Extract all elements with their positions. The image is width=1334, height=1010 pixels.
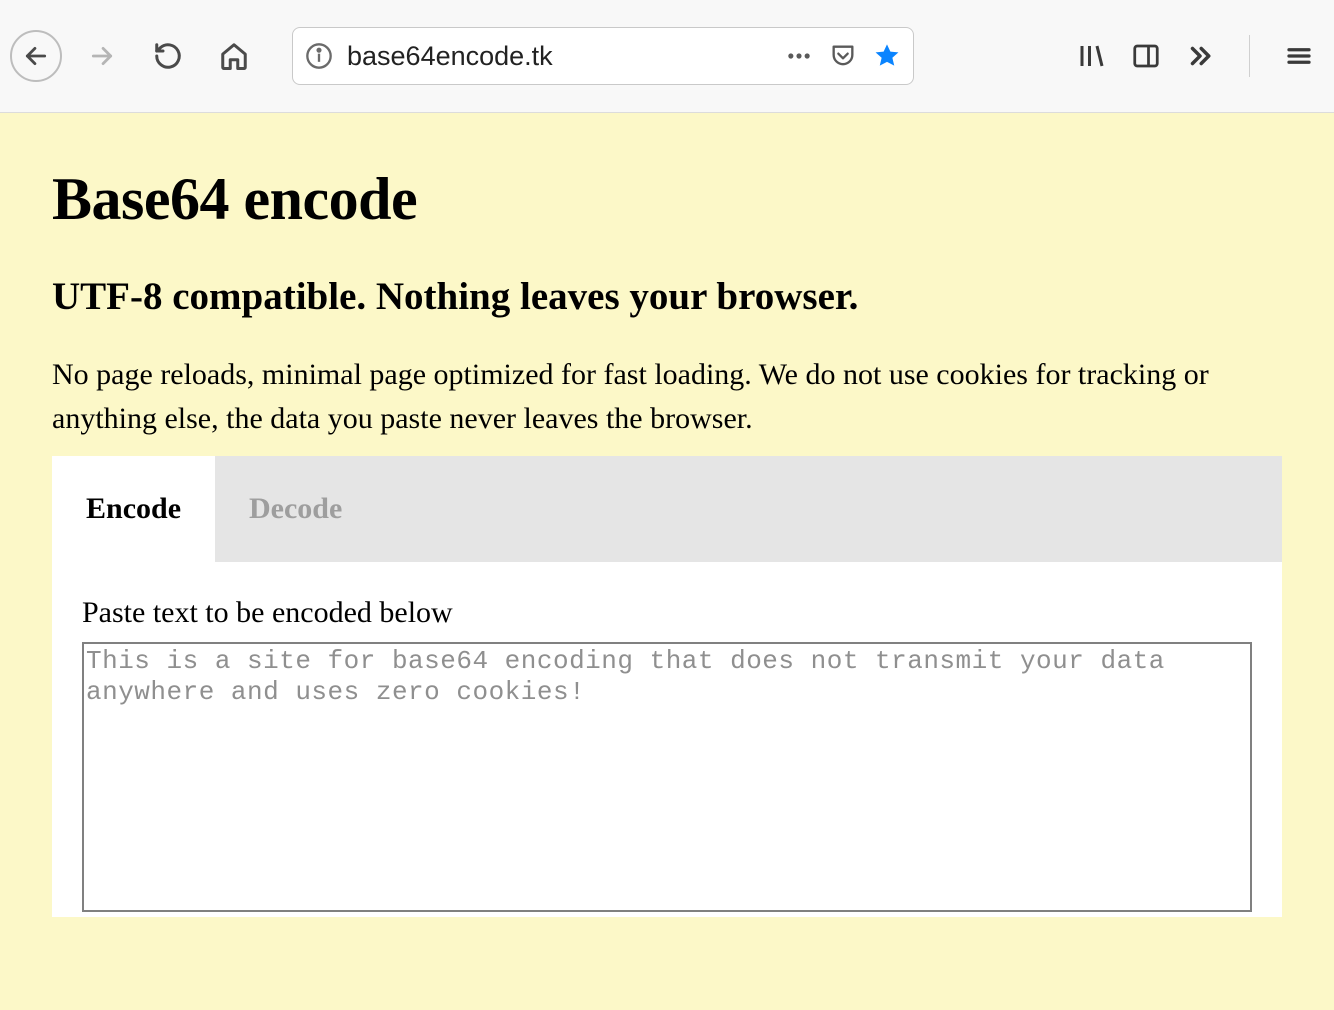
page-content: Base64 encode UTF-8 compatible. Nothing … <box>0 113 1334 1010</box>
page-description: No page reloads, minimal page optimized … <box>52 353 1282 440</box>
toolbar-right <box>1077 35 1314 77</box>
home-icon <box>219 41 249 71</box>
address-bar-actions <box>785 42 901 70</box>
reload-icon <box>153 41 183 71</box>
more-icon[interactable] <box>785 42 813 70</box>
page-subtitle: UTF-8 compatible. Nothing leaves your br… <box>52 274 1282 319</box>
tabs: Encode Decode <box>52 456 1282 562</box>
forward-button[interactable] <box>76 30 128 82</box>
page-title: Base64 encode <box>52 165 1282 234</box>
sidebar-icon[interactable] <box>1131 41 1161 71</box>
library-icon[interactable] <box>1077 41 1107 71</box>
back-button[interactable] <box>10 30 62 82</box>
pocket-icon[interactable] <box>829 42 857 70</box>
bookmark-star-icon[interactable] <box>873 42 901 70</box>
url-text[interactable]: base64encode.tk <box>347 41 771 72</box>
tab-encode[interactable]: Encode <box>52 456 215 562</box>
browser-toolbar: base64encode.tk <box>0 0 1334 113</box>
encode-panel: Paste text to be encoded below <box>52 562 1282 917</box>
arrow-right-icon <box>89 43 115 69</box>
info-icon <box>305 42 333 70</box>
home-button[interactable] <box>208 30 260 82</box>
encode-input[interactable] <box>82 642 1252 912</box>
input-label: Paste text to be encoded below <box>82 596 1252 630</box>
separator <box>1249 35 1250 77</box>
reload-button[interactable] <box>142 30 194 82</box>
address-bar[interactable]: base64encode.tk <box>292 27 914 85</box>
menu-icon[interactable] <box>1284 41 1314 71</box>
arrow-left-icon <box>23 43 49 69</box>
tab-decode[interactable]: Decode <box>215 456 376 562</box>
overflow-icon[interactable] <box>1185 41 1215 71</box>
